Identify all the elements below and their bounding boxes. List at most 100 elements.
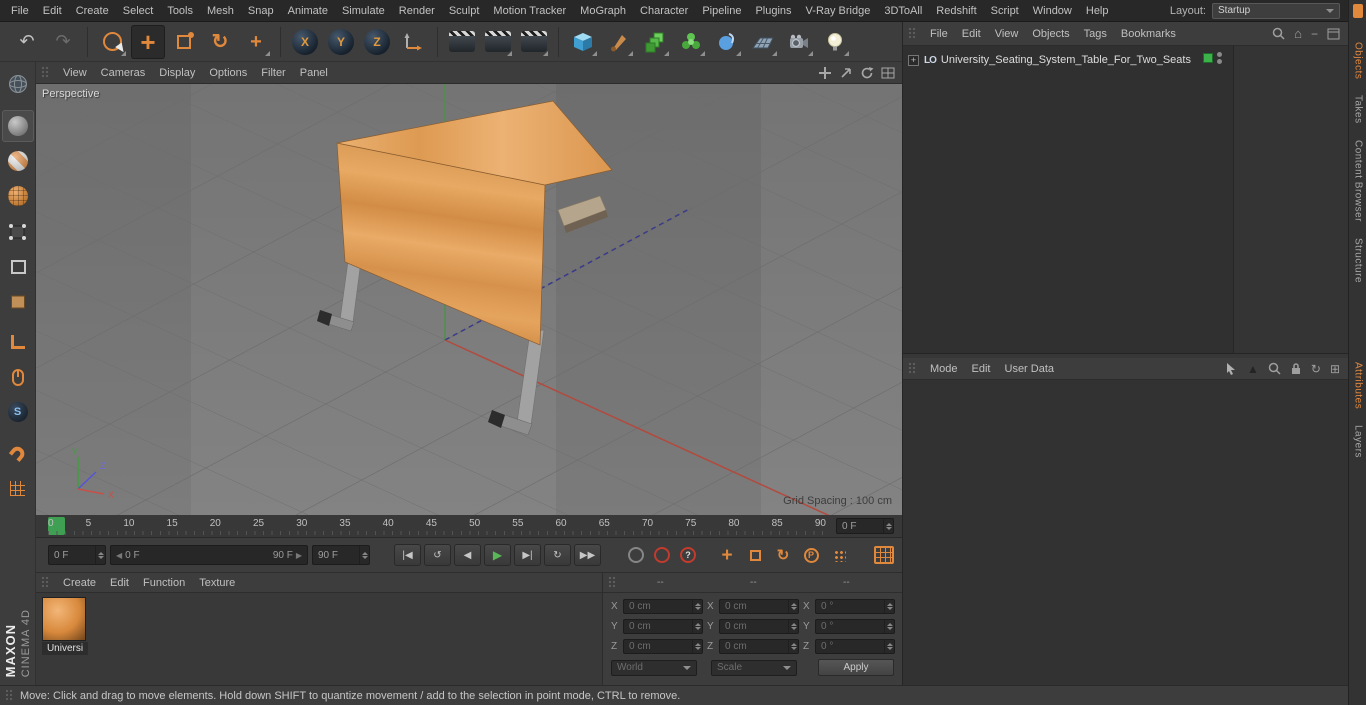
expand-toggle-icon[interactable]: + xyxy=(908,54,919,66)
object-manager-menu-item[interactable]: File xyxy=(923,28,955,40)
menu-item[interactable]: Mesh xyxy=(200,0,241,22)
menu-item[interactable]: Character xyxy=(633,0,695,22)
menu-item[interactable]: Plugins xyxy=(748,0,798,22)
viewport-menu-item[interactable]: Filter xyxy=(254,67,292,79)
object-name[interactable]: University_Seating_System_Table_For_Two_… xyxy=(941,54,1191,66)
attribute-manager-menu-item[interactable]: User Data xyxy=(998,363,1062,375)
menu-item[interactable]: Redshift xyxy=(929,0,983,22)
side-tab[interactable]: Takes xyxy=(1353,95,1364,124)
menu-item[interactable]: Motion Tracker xyxy=(486,0,573,22)
layout-dropdown[interactable]: Startup xyxy=(1212,2,1340,19)
panel-grip-icon[interactable] xyxy=(908,27,917,40)
menu-item[interactable]: Help xyxy=(1079,0,1116,22)
keyframe-selection-icon[interactable]: ? xyxy=(680,547,696,563)
size-y-field[interactable]: 0 cm xyxy=(719,619,799,634)
customize-icon[interactable] xyxy=(1352,4,1363,18)
menu-item[interactable]: Edit xyxy=(36,0,69,22)
transport-button[interactable]: ↺ xyxy=(424,544,451,566)
size-z-field[interactable]: 0 cm xyxy=(719,639,799,654)
panel-grip-icon[interactable] xyxy=(908,362,917,375)
transport-button[interactable]: ◀ xyxy=(454,544,481,566)
material-item[interactable]: Universi xyxy=(42,597,88,655)
minus-icon[interactable]: − xyxy=(1311,28,1318,40)
stepper-icon[interactable] xyxy=(788,600,798,613)
add-cube-button[interactable] xyxy=(566,25,600,59)
menu-item[interactable]: Simulate xyxy=(335,0,392,22)
edges-mode-button[interactable] xyxy=(2,250,34,282)
object-list[interactable]: + LO University_Seating_System_Table_For… xyxy=(903,46,1348,354)
stepper-icon[interactable] xyxy=(884,600,894,613)
camera-move-icon[interactable] xyxy=(818,66,832,80)
menu-item[interactable]: Create xyxy=(69,0,116,22)
stepper-icon[interactable] xyxy=(692,620,702,633)
add-panel-icon[interactable]: ⊞ xyxy=(1330,363,1340,375)
transport-button[interactable]: ▶ xyxy=(484,544,511,566)
current-frame-field[interactable]: 0 F xyxy=(48,545,106,565)
menu-item[interactable]: Pipeline xyxy=(695,0,748,22)
workplane-snap-button[interactable] xyxy=(2,472,34,504)
object-manager-menu-item[interactable]: Objects xyxy=(1025,28,1076,40)
menu-item[interactable]: Window xyxy=(1026,0,1079,22)
stepper-icon[interactable] xyxy=(884,620,894,633)
layer-color-chip[interactable] xyxy=(1203,53,1213,63)
position-y-field[interactable]: 0 cm xyxy=(623,619,703,634)
make-editable-button[interactable] xyxy=(2,68,34,100)
timeline-ruler[interactable]: 0 5 10 15 20 25 30 35 40 45 50 55 60 65 70 75 80 85 90 0 F xyxy=(36,515,902,538)
stepper-icon[interactable] xyxy=(883,519,893,533)
menu-item[interactable]: Sculpt xyxy=(442,0,487,22)
side-tab[interactable]: Layers xyxy=(1353,425,1364,458)
workplane-mode-button[interactable] xyxy=(2,180,34,212)
rotation-x-field[interactable]: 0 ° xyxy=(815,599,895,614)
side-tab[interactable]: Content Browser xyxy=(1353,140,1364,222)
key-position-button[interactable]: + xyxy=(715,543,739,567)
stepper-icon[interactable] xyxy=(359,546,369,564)
range-right-arrow-icon[interactable]: ▶ xyxy=(296,551,302,560)
menu-item[interactable]: Animate xyxy=(281,0,335,22)
camera-button[interactable] xyxy=(782,25,816,59)
move-tool-button[interactable]: + xyxy=(131,24,165,59)
material-menu-item[interactable]: Texture xyxy=(192,577,242,589)
transport-button[interactable]: |◀ xyxy=(394,544,421,566)
object-manager-menu-item[interactable]: Edit xyxy=(955,28,988,40)
lock-x-axis-button[interactable]: X xyxy=(288,25,322,59)
coordinate-system-dropdown[interactable]: World xyxy=(611,659,697,676)
panel-grip-icon[interactable] xyxy=(41,576,50,589)
light-button[interactable] xyxy=(818,25,852,59)
rotation-z-field[interactable]: 0 ° xyxy=(815,639,895,654)
side-tab[interactable]: Structure xyxy=(1353,238,1364,283)
apply-button[interactable]: Apply xyxy=(818,659,894,676)
transport-button[interactable]: ▶▶ xyxy=(574,544,601,566)
stepper-icon[interactable] xyxy=(788,640,798,653)
end-frame-field[interactable]: 90 F xyxy=(312,545,370,565)
camera-label[interactable]: Perspective xyxy=(42,88,99,100)
live-selection-button[interactable] xyxy=(95,25,129,59)
viewport-menu-item[interactable]: Panel xyxy=(293,67,335,79)
stepper-icon[interactable] xyxy=(884,640,894,653)
mograph-cloner-button[interactable] xyxy=(638,25,672,59)
key-pla-button[interactable] xyxy=(827,543,851,567)
cursor-icon[interactable] xyxy=(1225,362,1238,375)
camera-zoom-icon[interactable] xyxy=(839,66,853,80)
camera-rotate-icon[interactable] xyxy=(860,66,874,80)
menu-item[interactable]: MoGraph xyxy=(573,0,633,22)
field-button[interactable] xyxy=(674,25,708,59)
pen-tool-button[interactable] xyxy=(602,25,636,59)
texture-mode-button[interactable] xyxy=(2,145,34,177)
material-menu-item[interactable]: Create xyxy=(56,577,103,589)
key-scale-button[interactable] xyxy=(743,543,767,567)
position-x-field[interactable]: 0 cm xyxy=(623,599,703,614)
rotate-tool-button[interactable]: ↻ xyxy=(203,25,237,59)
lock-icon[interactable] xyxy=(1290,362,1302,375)
scale-mode-dropdown[interactable]: Scale xyxy=(711,659,797,676)
record-objects-icon[interactable] xyxy=(628,547,644,563)
timeline-panel-icon[interactable] xyxy=(874,546,894,564)
enable-axis-button[interactable] xyxy=(2,326,34,358)
home-icon[interactable]: ⌂ xyxy=(1294,27,1302,40)
key-rotation-button[interactable]: ↻ xyxy=(771,543,795,567)
viewport-menu-item[interactable]: Options xyxy=(202,67,254,79)
undo-button[interactable]: ↶ xyxy=(10,25,44,59)
viewport-canvas[interactable]: Perspective Grid Spacing : 100 cm Y Z X xyxy=(36,84,902,515)
material-menu-item[interactable]: Function xyxy=(136,577,192,589)
material-thumbnail[interactable] xyxy=(42,597,86,641)
search-icon[interactable] xyxy=(1272,27,1285,40)
